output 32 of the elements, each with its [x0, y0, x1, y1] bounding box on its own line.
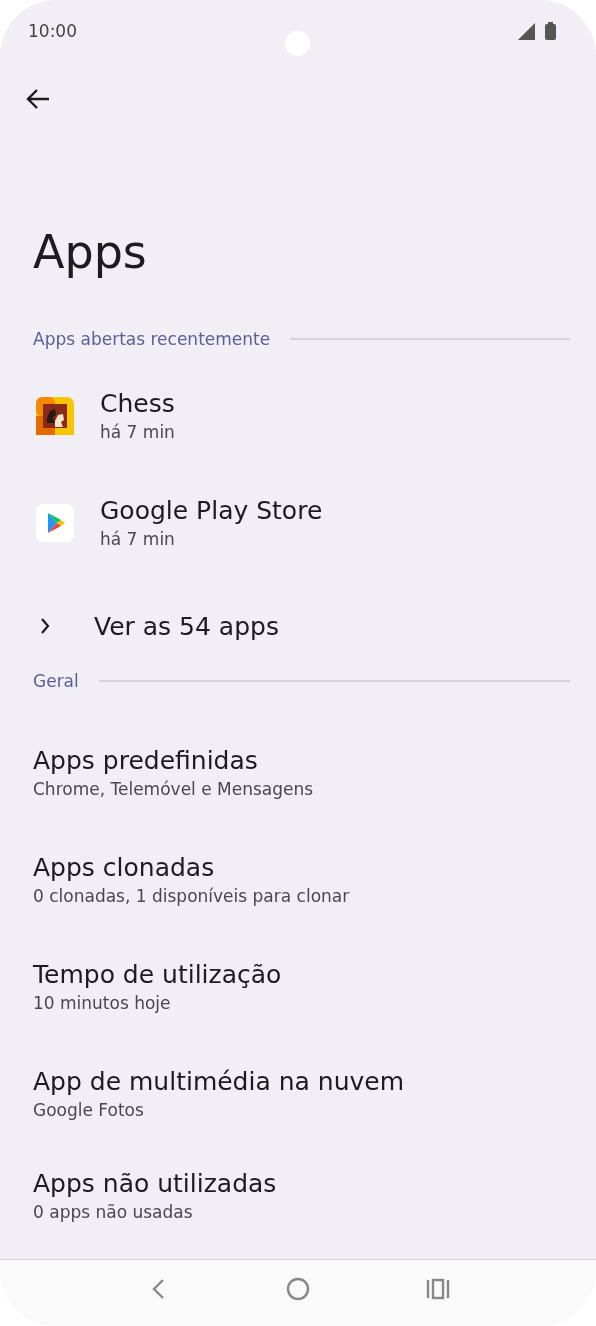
item-title: Apps não utilizadas: [33, 1168, 277, 1198]
app-list-item[interactable]: Google Play Store há 7 min: [0, 469, 596, 576]
chess-app-icon: [36, 396, 74, 435]
item-subtitle: Chrome, Telemóvel e Mensagens: [33, 779, 314, 799]
battery-icon: [545, 22, 556, 40]
chevron-right-icon: [40, 618, 50, 634]
app-name: Chess: [100, 389, 175, 418]
app-last-used: há 7 min: [100, 422, 175, 442]
status-time: 10:00: [28, 21, 77, 41]
signal-icon: [518, 22, 535, 40]
page-title: Apps: [33, 224, 148, 280]
settings-item[interactable]: Apps não utilizadas 0 apps não usadas: [0, 1147, 596, 1243]
settings-item[interactable]: App de multimédia na nuvem Google Fotos: [0, 1040, 596, 1147]
app-list-item[interactable]: Chess há 7 min: [0, 362, 596, 469]
back-arrow-icon[interactable]: [26, 88, 50, 110]
item-title: Apps clonadas: [33, 853, 216, 882]
item-title: Apps predefinidas: [33, 746, 259, 775]
item-subtitle: 0 apps não usadas: [33, 1201, 194, 1222]
settings-item[interactable]: Apps predefinidas Chrome, Telemóvel e Mensagens: [0, 719, 596, 826]
item-subtitle: Google Fotos: [33, 1100, 145, 1120]
item-subtitle: 10 minutos hoje: [33, 993, 172, 1013]
settings-item[interactable]: Apps clonadas 0 clonadas, 1 disponíveis para clonar: [0, 826, 596, 933]
section-header: Geral: [33, 671, 79, 691]
see-all-apps-link[interactable]: Ver as 54 apps: [94, 611, 279, 641]
item-title: App de multimédia na nuvem: [33, 1067, 405, 1096]
app-name: Google Play Store: [100, 496, 323, 525]
section-header: Apps abertas recentemente: [33, 329, 271, 349]
settings-item[interactable]: Tempo de utilização 10 minutos hoje: [0, 933, 596, 1040]
app-last-used: há 7 min: [100, 529, 176, 549]
item-title: Tempo de utilização: [33, 960, 282, 989]
item-subtitle: 0 clonadas, 1 disponíveis para clonar: [33, 886, 350, 906]
play-store-icon: [36, 503, 74, 542]
